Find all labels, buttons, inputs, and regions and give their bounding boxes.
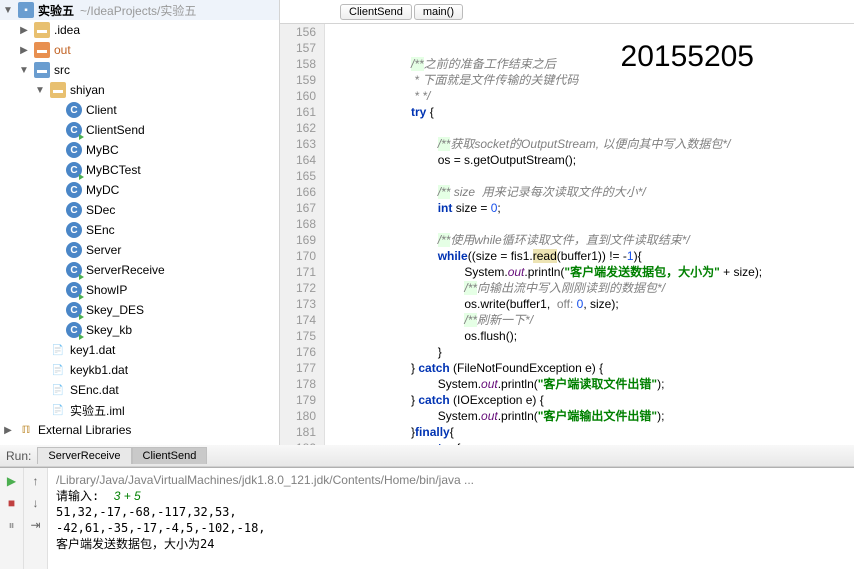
breadcrumb-class[interactable]: ClientSend [340,4,412,20]
run-tab-ClientSend[interactable]: ClientSend [132,447,208,464]
class-icon: C [66,302,82,318]
class-ClientSend[interactable]: CClientSend [0,120,279,140]
run-tab-ServerReceive[interactable]: ServerReceive [37,447,131,464]
file-实验五.iml[interactable]: 📄实验五.iml [0,400,279,420]
run-label: Run: [0,449,37,463]
class-icon: C [66,142,82,158]
pause-button[interactable]: ⏸ [3,516,21,534]
folder-src[interactable]: ▬ src [0,60,279,80]
up-button[interactable]: ↑ [27,472,45,490]
class-Client[interactable]: CClient [0,100,279,120]
file-keykb1.dat[interactable]: 📄keykb1.dat [0,360,279,380]
class-icon: C [66,162,82,178]
console-output[interactable]: /Library/Java/JavaVirtualMachines/jdk1.8… [48,468,854,569]
class-MyBCTest[interactable]: CMyBCTest [0,160,279,180]
code-area[interactable]: 1561571581591601611621631641651661671681… [280,24,854,445]
run-toolbar: ▶ ■ ⏸ [0,468,24,569]
wrap-button[interactable]: ⇥ [27,516,45,534]
file-icon: 📄 [50,342,66,358]
folder-idea[interactable]: ▬ .idea [0,20,279,40]
class-icon: C [66,222,82,238]
class-icon: C [66,262,82,278]
folder-icon: ▬ [34,22,50,38]
run-panel-header: Run: ServerReceiveClientSend [0,445,854,467]
class-Skey_DES[interactable]: CSkey_DES [0,300,279,320]
project-root[interactable]: ▪ 实验五 ~/IdeaProjects/实验五 [0,0,279,20]
rerun-button[interactable]: ▶ [3,472,21,490]
folder-out[interactable]: ▬ out [0,40,279,60]
class-icon: C [66,242,82,258]
class-SDec[interactable]: CSDec [0,200,279,220]
chevron-right-icon[interactable] [18,25,30,36]
package-shiyan[interactable]: ▬ shiyan [0,80,279,100]
class-MyDC[interactable]: CMyDC [0,180,279,200]
file-key1.dat[interactable]: 📄key1.dat [0,340,279,360]
line-gutter: 1561571581591601611621631641651661671681… [280,24,325,445]
root-name: 实验五 [38,2,74,19]
breadcrumb-method[interactable]: main() [414,4,463,20]
class-icon: C [66,102,82,118]
class-icon: C [66,322,82,338]
class-icon: C [66,182,82,198]
class-icon: C [66,202,82,218]
libraries-icon: ℿ [18,422,34,438]
class-icon: C [66,122,82,138]
module-icon: ▪ [18,2,34,18]
project-tree[interactable]: ▪ 实验五 ~/IdeaProjects/实验五 ▬ .idea ▬ out ▬… [0,0,280,445]
file-icon: 📄 [50,362,66,378]
chevron-down-icon[interactable] [18,65,30,76]
folder-icon: ▬ [34,42,50,58]
chevron-down-icon[interactable] [34,85,46,96]
run-toolbar-2: ↑ ↓ ⇥ [24,468,48,569]
file-icon: 📄 [50,382,66,398]
run-panel: ▶ ■ ⏸ ↑ ↓ ⇥ /Library/Java/JavaVirtualMac… [0,467,854,569]
external-libraries[interactable]: ℿ External Libraries [0,420,279,440]
breadcrumbs: ClientSend main() [280,0,854,24]
chevron-down-icon[interactable] [2,5,14,16]
file-icon: 📄 [50,402,66,418]
class-Server[interactable]: CServer [0,240,279,260]
stop-button[interactable]: ■ [3,494,21,512]
class-MyBC[interactable]: CMyBC [0,140,279,160]
code-lines[interactable]: /**之前的准备工作结束之后 * 下面就是文件传输的关键代码 * */ try … [325,24,854,445]
class-SEnc[interactable]: CSEnc [0,220,279,240]
class-Skey_kb[interactable]: CSkey_kb [0,320,279,340]
down-button[interactable]: ↓ [27,494,45,512]
chevron-right-icon[interactable] [18,45,30,56]
chevron-right-icon[interactable] [2,425,14,436]
folder-icon: ▬ [34,62,50,78]
root-path: ~/IdeaProjects/实验五 [80,2,196,19]
package-icon: ▬ [50,82,66,98]
class-ServerReceive[interactable]: CServerReceive [0,260,279,280]
class-icon: C [66,282,82,298]
file-SEnc.dat[interactable]: 📄SEnc.dat [0,380,279,400]
class-ShowIP[interactable]: CShowIP [0,280,279,300]
code-editor: ClientSend main() 20155205 1561571581591… [280,0,854,445]
